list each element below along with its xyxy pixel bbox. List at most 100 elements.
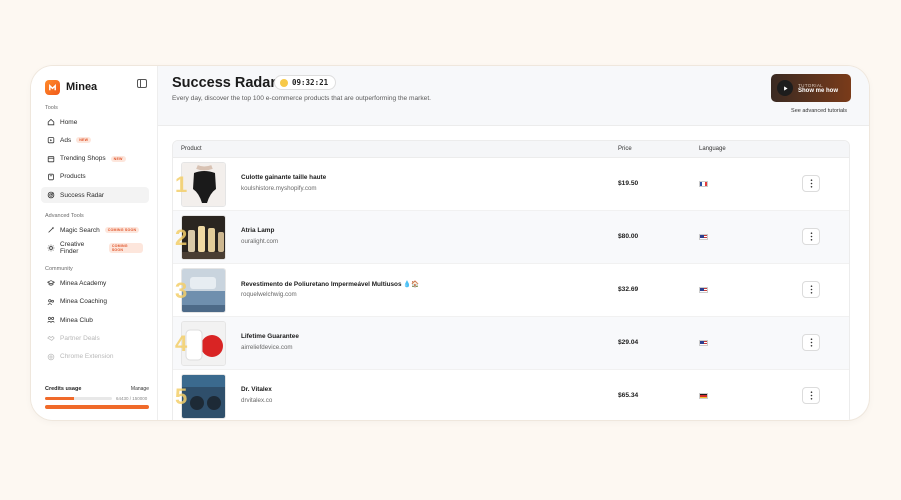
more-vertical-icon xyxy=(810,285,812,294)
product-name[interactable]: Lifetime Guarantee xyxy=(241,333,299,340)
table-row[interactable]: 1 Culotte gainante taille haute koulshis… xyxy=(173,158,849,211)
product-thumbnail[interactable] xyxy=(181,268,226,313)
product-price: $29.04 xyxy=(618,339,639,346)
sidebar-item-trending-shops[interactable]: Trending Shops NEW xyxy=(41,151,149,167)
more-options-button[interactable] xyxy=(802,228,820,245)
sidebar-item-partner-deals[interactable]: Partner Deals xyxy=(41,330,149,346)
table-row[interactable]: 5 Dr. Vitalex drvitalex.co $65.34 xyxy=(173,370,849,420)
product-name[interactable]: Culotte gainante taille haute xyxy=(241,174,326,181)
sidebar-item-label: Products xyxy=(60,173,86,181)
product-price: $65.34 xyxy=(618,392,639,399)
sidebar-item-magic-search[interactable]: Magic Search COMING SOON xyxy=(41,222,149,238)
shield-icon xyxy=(280,78,288,87)
minea-logo-icon xyxy=(45,79,60,95)
sidebar-item-label: Minea Academy xyxy=(60,279,107,287)
sidebar-item-success-radar[interactable]: Success Radar xyxy=(41,187,149,204)
product-thumbnail[interactable] xyxy=(181,215,226,260)
sidebar-item-chrome-extension[interactable]: Chrome Extension xyxy=(41,349,149,365)
new-badge: NEW xyxy=(110,155,126,162)
usa-flag-icon xyxy=(699,340,708,346)
tutorial-button[interactable]: TUTORIAL Show me how xyxy=(771,74,851,102)
more-options-button[interactable] xyxy=(802,387,820,404)
magic-wand-icon xyxy=(47,226,55,234)
sidebar-item-ads[interactable]: Ads NEW xyxy=(41,132,149,148)
column-header-product: Product xyxy=(181,146,202,152)
manage-credits-link[interactable]: Manage xyxy=(131,386,149,392)
column-header-language: Language xyxy=(699,146,726,152)
product-domain[interactable]: ouralight.com xyxy=(241,238,278,245)
product-thumbnail[interactable] xyxy=(181,321,226,366)
section-label-community: Community xyxy=(45,266,73,273)
product-price: $19.50 xyxy=(618,180,639,187)
france-flag-icon xyxy=(699,181,708,187)
rank-number: 4 xyxy=(175,331,188,356)
product-thumbnail[interactable] xyxy=(181,374,226,419)
coming-soon-badge: COMING SOON xyxy=(108,243,143,254)
product-domain[interactable]: roquelwelchwig.com xyxy=(241,291,297,298)
credits-usage: Credits usage Manage 64430 / 150000 xyxy=(45,386,149,409)
table-row[interactable]: 4 Lifetime Guarantee airreliefdevice.com… xyxy=(173,317,849,370)
advanced-tutorials-link[interactable]: See advanced tutorials xyxy=(791,108,847,114)
more-options-button[interactable] xyxy=(802,175,820,192)
product-thumbnail[interactable] xyxy=(181,162,226,207)
product-price: $32.69 xyxy=(618,286,639,293)
sidebar-item-minea-club[interactable]: Minea Club xyxy=(41,312,149,328)
sidebar-item-minea-academy[interactable]: Minea Academy xyxy=(41,275,149,291)
usa-flag-icon xyxy=(699,234,708,240)
timer-text: 09:32:21 xyxy=(292,78,329,87)
product-price: $80.00 xyxy=(618,233,639,240)
product-domain[interactable]: koulshistore.myshopify.com xyxy=(241,185,317,192)
sidebar-item-label: Partner Deals xyxy=(60,334,100,342)
table-row[interactable]: 2 Atria Lamp ouralight.com $80.00 xyxy=(173,211,849,264)
play-icon xyxy=(777,80,793,96)
page-subtitle: Every day, discover the top 100 e-commer… xyxy=(172,95,431,102)
sidebar-item-label: Minea Club xyxy=(60,316,93,324)
sidebar-item-label: Magic Search xyxy=(60,226,100,234)
new-badge: NEW xyxy=(76,137,92,144)
credits-title: Credits usage xyxy=(45,386,82,392)
rank-number: 2 xyxy=(175,225,188,250)
sidebar-item-label: Success Radar xyxy=(60,191,105,199)
rank-number: 5 xyxy=(175,384,188,409)
more-vertical-icon xyxy=(810,338,812,347)
users-icon xyxy=(47,298,55,306)
ads-icon xyxy=(47,136,55,144)
graduation-cap-icon xyxy=(47,279,55,287)
group-icon xyxy=(47,316,55,324)
sidebar-collapse-icon[interactable] xyxy=(137,79,147,88)
product-name[interactable]: Dr. Vitalex xyxy=(241,386,272,393)
credits-progress-fill xyxy=(45,397,74,400)
upgrade-button[interactable] xyxy=(45,405,149,409)
page-title: Success Radar xyxy=(172,75,276,91)
product-domain[interactable]: airreliefdevice.com xyxy=(241,344,293,351)
more-options-button[interactable] xyxy=(802,281,820,298)
product-domain[interactable]: drvitalex.co xyxy=(241,397,272,404)
sidebar-item-label: Home xyxy=(60,118,78,126)
product-name[interactable]: Atria Lamp xyxy=(241,227,274,234)
product-name[interactable]: Revestimento de Poliuretano Impermeável … xyxy=(241,280,419,288)
sidebar-item-label: Ads xyxy=(60,136,72,144)
sidebar-item-label: Trending Shops xyxy=(60,155,106,163)
sidebar-item-home[interactable]: Home xyxy=(41,114,149,130)
shop-icon xyxy=(47,155,55,163)
more-vertical-icon xyxy=(810,179,812,188)
rank-number: 3 xyxy=(175,278,188,303)
sidebar-item-products[interactable]: Products xyxy=(41,169,149,185)
table-row[interactable]: 3 Revestimento de Poliuretano Impermeáve… xyxy=(173,264,849,317)
products-table: Product Price Language 1 Culotte gainant… xyxy=(172,140,850,420)
sidebar-item-label: Minea Coaching xyxy=(60,298,107,306)
coming-soon-badge: COMING SOON xyxy=(104,227,140,234)
sidebar-item-minea-coaching[interactable]: Minea Coaching xyxy=(41,294,149,310)
germany-flag-icon xyxy=(699,393,708,399)
column-header-price: Price xyxy=(618,146,632,152)
brand[interactable]: Minea xyxy=(45,78,149,96)
main-content: Success Radar 09:32:21 Every day, discov… xyxy=(158,66,869,420)
more-vertical-icon xyxy=(810,232,812,241)
tutorial-cta: Show me how xyxy=(798,87,839,94)
rank-number: 1 xyxy=(175,172,188,197)
radar-icon xyxy=(47,191,55,199)
more-options-button[interactable] xyxy=(802,334,820,351)
sidebar-item-creative-finder[interactable]: Creative Finder COMING SOON xyxy=(41,240,149,256)
chrome-icon xyxy=(47,353,55,361)
sidebar-item-label: Chrome Extension xyxy=(60,353,114,361)
